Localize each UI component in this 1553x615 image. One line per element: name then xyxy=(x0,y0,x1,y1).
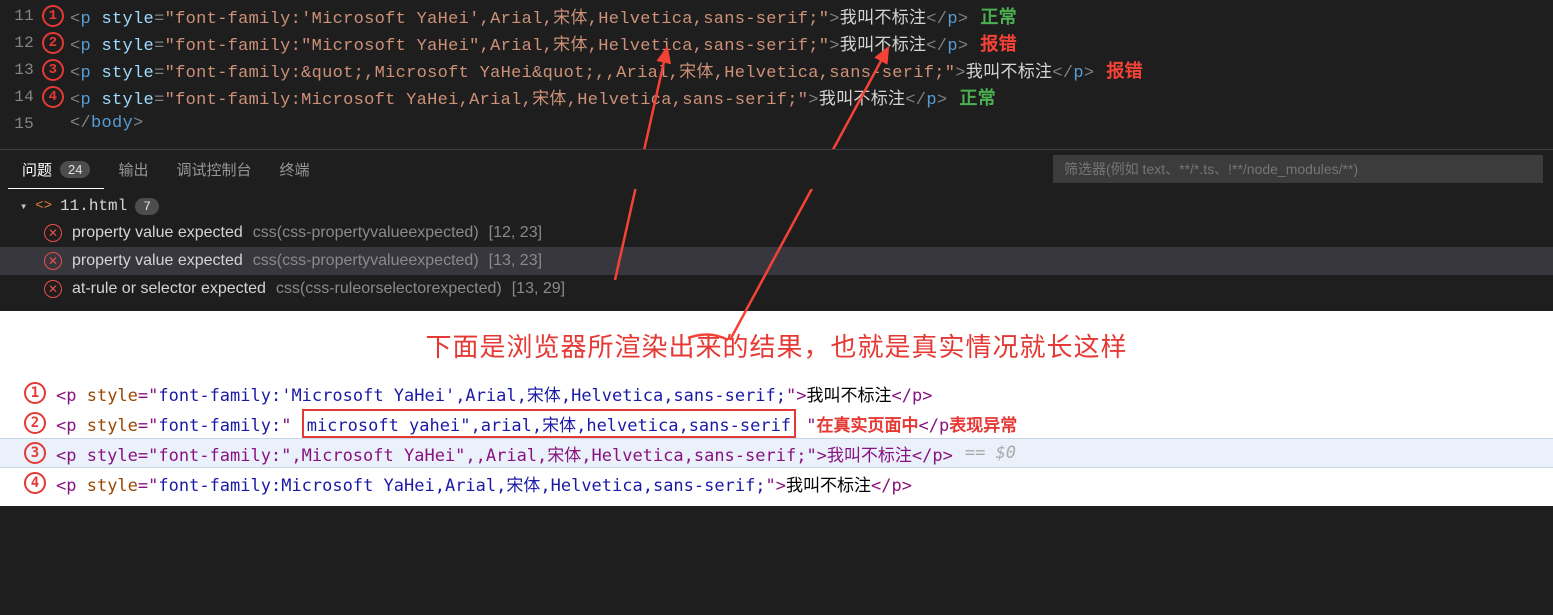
browser-section-title: 下面是浏览器所渲染出来的结果，也就是真实情况就长这样 xyxy=(0,321,1553,378)
browser-line[interactable]: 1 <p style="font-family:'Microsoft YaHei'… xyxy=(0,378,1553,408)
browser-line-content: <p style="font-family:" microsoft yahei"… xyxy=(56,409,1017,438)
code-content: <p style="font-family:&quot;,Microsoft Y… xyxy=(70,57,1094,83)
line-marker-circle: 3 xyxy=(24,442,46,464)
file-problem-count: 7 xyxy=(135,198,159,215)
code-line[interactable]: 111 <p style="font-family:'Microsoft YaHe… xyxy=(0,2,1553,29)
tab-label: 输出 xyxy=(118,159,148,180)
tab-label: 调试控制台 xyxy=(177,159,252,180)
panel-tab-问题[interactable]: 问题 24 xyxy=(8,151,104,189)
error-icon: ✕ xyxy=(44,252,62,270)
line-marker-circle: 3 xyxy=(42,59,64,81)
problem-row[interactable]: ✕ at-rule or selector expected css(css-rul… xyxy=(0,275,1553,303)
panel-tab-输出[interactable]: 输出 xyxy=(104,151,162,189)
browser-line-content: <p style="font-family:",Microsoft YaHei"… xyxy=(56,441,953,466)
tab-badge: 24 xyxy=(60,161,90,178)
line-marker-circle: 4 xyxy=(24,472,46,494)
problem-message: at-rule or selector expected xyxy=(72,280,266,298)
code-content: <p style="font-family:Microsoft YaHei,Ar… xyxy=(70,84,947,110)
code-content: <p style="font-family:"Microsoft YaHei",… xyxy=(70,30,968,56)
line-number: 13 xyxy=(4,61,40,79)
line-number: 15 xyxy=(4,115,40,133)
panel-tab-终端[interactable]: 终端 xyxy=(266,151,324,189)
line-marker-circle: 1 xyxy=(24,382,46,404)
line-number: 11 xyxy=(4,7,40,25)
line-marker-circle: 1 xyxy=(42,5,64,27)
devtools-selected-indicator: == $0 xyxy=(965,443,1016,463)
code-editor[interactable]: 111 <p style="font-family:'Microsoft YaHe… xyxy=(0,0,1553,137)
line-marker-circle xyxy=(42,113,64,135)
browser-line-content: <p style="font-family:'Microsoft YaHei',… xyxy=(56,381,932,406)
problem-source: css(css-propertyvalueexpected) xyxy=(253,224,479,242)
chevron-down-icon: ▾ xyxy=(20,199,27,214)
panel-tab-调试控制台[interactable]: 调试控制台 xyxy=(163,151,266,189)
problems-panel: ▾ <> 11.html 7 ✕ property value expected c… xyxy=(0,189,1553,311)
tab-label: 问题 xyxy=(22,159,52,180)
html-file-icon: <> xyxy=(35,198,52,214)
status-error-label: 报错 xyxy=(980,30,1017,56)
problem-location: [13, 23] xyxy=(489,252,542,270)
line-marker-circle: 4 xyxy=(42,86,64,108)
code-content: </body> xyxy=(70,114,144,133)
problem-row[interactable]: ✕ property value expected css(css-property… xyxy=(0,219,1553,247)
problem-row[interactable]: ✕ property value expected css(css-property… xyxy=(0,247,1553,275)
status-error-label: 报错 xyxy=(1106,57,1143,83)
browser-line[interactable]: 4 <p style="font-family:Microsoft YaHei,A… xyxy=(0,468,1553,498)
line-number: 12 xyxy=(4,34,40,52)
problem-location: [13, 29] xyxy=(512,280,565,298)
code-content: <p style="font-family:'Microsoft YaHei',… xyxy=(70,3,968,29)
code-line[interactable]: 122 <p style="font-family:"Microsoft YaHe… xyxy=(0,29,1553,56)
status-ok-label: 正常 xyxy=(980,3,1017,29)
problems-file-row[interactable]: ▾ <> 11.html 7 xyxy=(0,193,1553,219)
code-line[interactable]: 15 </body> xyxy=(0,110,1553,137)
problems-filter-input[interactable] xyxy=(1053,155,1543,183)
error-icon: ✕ xyxy=(44,280,62,298)
browser-line[interactable]: 2 <p style="font-family:" microsoft yahei… xyxy=(0,408,1553,438)
problem-source: css(css-ruleorselectorexpected) xyxy=(276,280,502,298)
panel-tabbar: 问题 24 输出 调试控制台 终端 xyxy=(0,149,1553,189)
problem-message: property value expected xyxy=(72,252,243,270)
error-icon: ✕ xyxy=(44,224,62,242)
file-name: 11.html xyxy=(60,197,127,215)
problem-source: css(css-propertyvalueexpected) xyxy=(253,252,479,270)
code-line[interactable]: 133 <p style="font-family:&quot;,Microsof… xyxy=(0,56,1553,83)
browser-line[interactable]: 3 <p style="font-family:",Microsoft YaHei… xyxy=(0,438,1553,468)
status-ok-label: 正常 xyxy=(959,84,996,110)
line-marker-circle: 2 xyxy=(42,32,64,54)
tab-label: 终端 xyxy=(280,159,310,180)
browser-line-content: <p style="font-family:Microsoft YaHei,Ar… xyxy=(56,471,912,496)
problem-location: [12, 23] xyxy=(489,224,542,242)
line-number: 14 xyxy=(4,88,40,106)
problem-message: property value expected xyxy=(72,224,243,242)
line-marker-circle: 2 xyxy=(24,412,46,434)
browser-render-section: 下面是浏览器所渲染出来的结果，也就是真实情况就长这样 1 <p style="fo… xyxy=(0,311,1553,506)
code-line[interactable]: 144 <p style="font-family:Microsoft YaHei… xyxy=(0,83,1553,110)
